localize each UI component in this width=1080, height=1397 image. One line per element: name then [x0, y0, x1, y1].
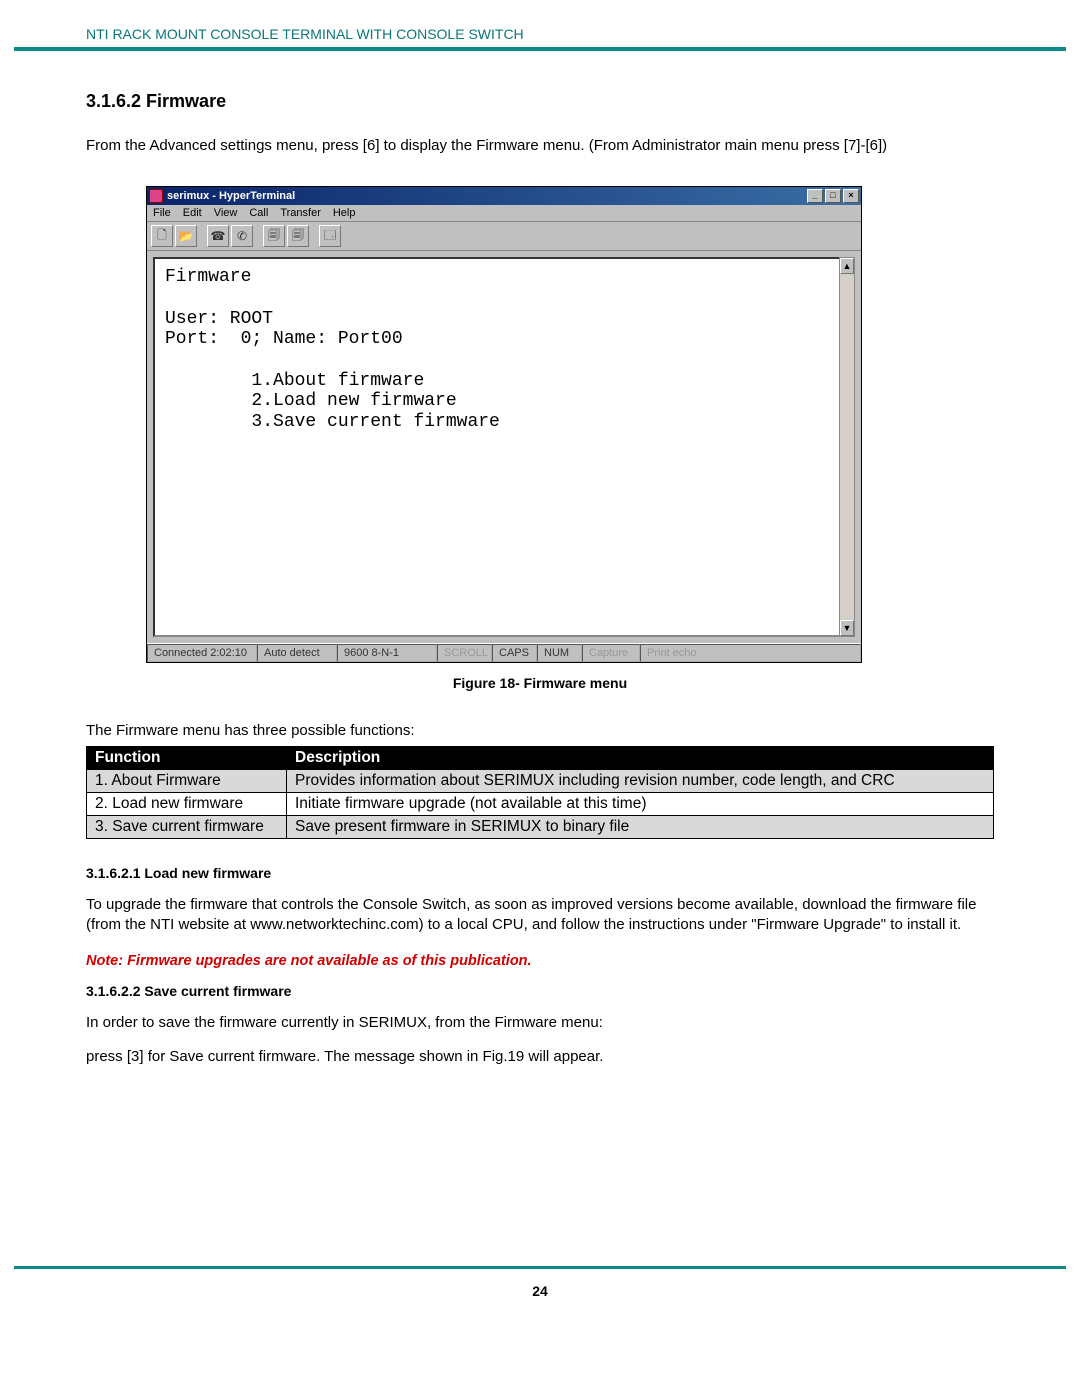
cell-fn: 2. Load new firmware [87, 792, 287, 815]
menu-file[interactable]: File [153, 207, 171, 219]
cell-desc: Initiate firmware upgrade (not available… [287, 792, 994, 815]
receive-icon[interactable]: 🗐 [287, 225, 309, 247]
th-description: Description [287, 746, 994, 769]
note-text: Note: Firmware upgrades are not availabl… [86, 953, 994, 969]
status-connected: Connected 2:02:10 [147, 644, 257, 662]
hangup-icon[interactable]: ✆ [231, 225, 253, 247]
menu-bar: File Edit View Call Transfer Help [147, 205, 861, 222]
scroll-down-icon[interactable]: ▼ [840, 620, 854, 636]
minimize-button[interactable]: _ [807, 189, 823, 203]
status-settings: 9600 8-N-1 [337, 644, 437, 662]
scroll-up-icon[interactable]: ▲ [840, 258, 854, 274]
figure-hyperterminal: serimux - HyperTerminal _ □ × File Edit … [146, 186, 994, 663]
running-header: NTI RACK MOUNT CONSOLE TERMINAL WITH CON… [0, 0, 1080, 47]
app-icon [149, 189, 163, 203]
status-caps: CAPS [492, 644, 537, 662]
status-capture: Capture [582, 644, 640, 662]
cell-desc: Save present firmware in SERIMUX to bina… [287, 815, 994, 838]
save-firmware-body2: press [3] for Save current firmware. The… [86, 1047, 994, 1067]
page-number: 24 [0, 1277, 1080, 1311]
status-scroll: SCROLL [437, 644, 492, 662]
table-intro: The Firmware menu has three possible fun… [86, 721, 994, 741]
table-row: 3. Save current firmware Save present fi… [87, 815, 994, 838]
new-file-icon[interactable]: 🗋 [151, 225, 173, 247]
send-icon[interactable]: 🗐 [263, 225, 285, 247]
subheading-save: 3.1.6.2.2 Save current firmware [86, 983, 994, 999]
table-row: 2. Load new firmware Initiate firmware u… [87, 792, 994, 815]
phone-icon[interactable]: ☎ [207, 225, 229, 247]
footer-rule [14, 1266, 1066, 1269]
function-table: Function Description 1. About Firmware P… [86, 746, 994, 839]
status-num: NUM [537, 644, 582, 662]
toolbar: 🗋 📂 ☎ ✆ 🗐 🗐 🗔 [147, 222, 861, 251]
table-row: 1. About Firmware Provides information a… [87, 769, 994, 792]
close-button[interactable]: × [843, 189, 859, 203]
page-content: 3.1.6.2 Firmware From the Advanced setti… [0, 51, 1080, 1068]
table-header-row: Function Description [87, 746, 994, 769]
subheading-load: 3.1.6.2.1 Load new firmware [86, 865, 994, 881]
status-detect: Auto detect [257, 644, 337, 662]
section-heading: 3.1.6.2 Firmware [86, 91, 994, 112]
status-echo: Print echo [640, 644, 861, 662]
open-icon[interactable]: 📂 [175, 225, 197, 247]
menu-help[interactable]: Help [333, 207, 356, 219]
cell-fn: 3. Save current firmware [87, 815, 287, 838]
hyperterminal-window: serimux - HyperTerminal _ □ × File Edit … [146, 186, 862, 663]
terminal-frame: Firmware User: ROOT Port: 0; Name: Port0… [147, 251, 861, 643]
window-title: serimux - HyperTerminal [167, 190, 807, 202]
cell-desc: Provides information about SERIMUX inclu… [287, 769, 994, 792]
window-buttons: _ □ × [807, 189, 859, 203]
menu-transfer[interactable]: Transfer [280, 207, 321, 219]
th-function: Function [87, 746, 287, 769]
figure-caption: Figure 18- Firmware menu [86, 675, 994, 691]
scrollbar[interactable]: ▲ ▼ [839, 257, 855, 637]
cell-fn: 1. About Firmware [87, 769, 287, 792]
save-firmware-body1: In order to save the firmware currently … [86, 1013, 994, 1033]
menu-call[interactable]: Call [249, 207, 268, 219]
menu-view[interactable]: View [214, 207, 238, 219]
maximize-button[interactable]: □ [825, 189, 841, 203]
running-header-text: NTI RACK MOUNT CONSOLE TERMINAL WITH CON… [86, 26, 524, 42]
properties-icon[interactable]: 🗔 [319, 225, 341, 247]
menu-edit[interactable]: Edit [183, 207, 202, 219]
status-bar: Connected 2:02:10 Auto detect 9600 8-N-1… [147, 643, 861, 662]
terminal-output: Firmware User: ROOT Port: 0; Name: Port0… [153, 257, 855, 637]
intro-paragraph: From the Advanced settings menu, press [… [86, 136, 994, 156]
window-titlebar: serimux - HyperTerminal _ □ × [147, 187, 861, 205]
load-firmware-body: To upgrade the firmware that controls th… [86, 895, 994, 936]
